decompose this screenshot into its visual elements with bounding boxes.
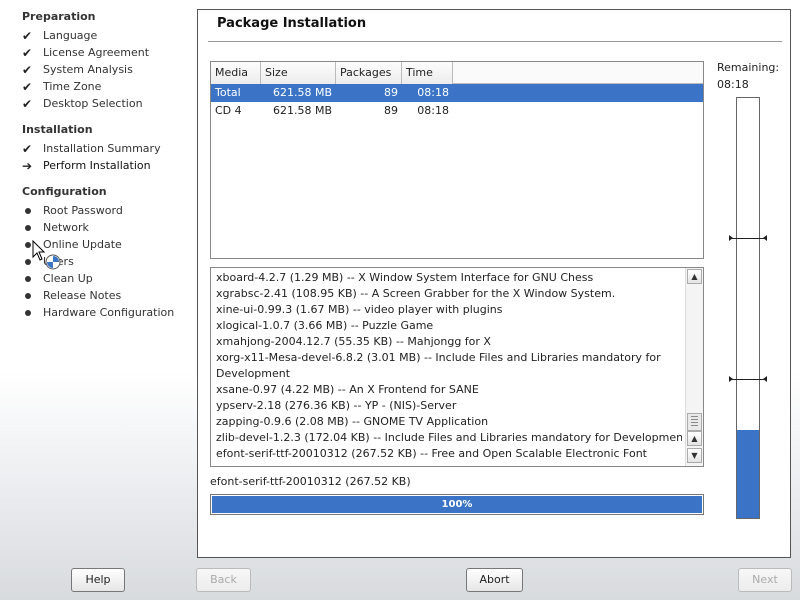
bullet-icon [22,309,40,316]
list-item: Development [216,367,291,380]
sidebar-item-label: Language [43,29,98,42]
bullet-icon [22,207,40,214]
checkmark-icon: ✔ [22,141,33,156]
checkmark-icon: ✔ [22,96,33,111]
remaining-time: 08:18 [717,78,749,91]
list-item: xine-ui-0.99.3 (1.67 MB) -- video player… [216,303,503,316]
sidebar-item-label: Time Zone [43,80,102,93]
table-row[interactable]: Total 621.58 MB 89 08:18 [211,84,703,102]
package-progress-fill: 100% [212,496,702,513]
remaining-label: Remaining: [717,61,780,74]
busy-cursor-icon [32,240,61,270]
cell-media: Total [215,86,241,99]
sidebar-item-perform-installation: ➔ Perform Installation [22,157,151,174]
sidebar-item-time-zone: ✔ Time Zone [22,78,101,95]
scroll-up-icon[interactable]: ▲ [687,431,702,446]
sidebar-item-hardware-configuration: Hardware Configuration [22,304,174,321]
sidebar-section-title: Configuration [22,185,107,198]
cell-packages: 89 [384,86,398,99]
scroll-down-icon[interactable]: ▼ [687,448,702,463]
sidebar-item-system-analysis: ✔ System Analysis [22,61,133,78]
scroll-up-icon[interactable]: ▲ [687,269,702,284]
package-log[interactable]: xboard-4.2.7 (1.29 MB) -- X Window Syste… [210,267,704,467]
back-button[interactable]: Back [196,568,251,592]
title-separator [208,41,782,42]
media-table[interactable]: Media Size Packages Time Total 621.58 MB… [210,61,704,259]
column-header-packages[interactable]: Packages [336,62,402,84]
arrow-right-icon: ➔ [22,158,33,173]
sidebar-section-title: Installation [22,123,93,136]
wizard-steps-sidebar: Preparation ✔ Language ✔ License Agreement ✔ S… [0,0,195,560]
sidebar-item-license-agreement: ✔ License Agreement [22,44,149,61]
sidebar-item-clean-up: Clean Up [22,270,93,287]
list-item: ypserv-2.18 (276.36 KB) -- YP - (NIS)-Se… [216,399,457,412]
cell-media: CD 4 [215,104,242,117]
cd-marker [729,376,767,382]
sidebar-item-label: Hardware Configuration [43,306,175,319]
list-item: xmahjong-2004.12.7 (55.35 KB) -- Mahjong… [216,335,491,348]
column-header-time[interactable]: Time [402,62,453,84]
cell-packages: 89 [384,104,398,117]
table-header: Media Size Packages Time [211,62,703,84]
bullet-icon [22,292,40,299]
checkmark-icon: ✔ [22,45,33,60]
current-package-label: efont-serif-ttf-20010312 (267.52 KB) [210,475,411,488]
list-item: xgrabsc-2.41 (108.95 KB) -- A Screen Gra… [216,287,616,300]
list-item: efont-serif-ttf-20010312 (267.52 KB) -- … [216,447,647,460]
sidebar-item-label: Root Password [43,204,123,217]
package-log-lines: xboard-4.2.7 (1.29 MB) -- X Window Syste… [216,270,682,462]
checkmark-icon: ✔ [22,28,33,43]
checkmark-icon: ✔ [22,79,33,94]
cell-time: 08:18 [417,86,449,99]
sidebar-item-label: Release Notes [43,289,122,302]
bullet-icon [22,224,40,231]
list-item: zapping-0.9.6 (2.08 MB) -- GNOME TV Appl… [216,415,489,428]
sidebar-item-label: Perform Installation [43,159,151,172]
abort-button[interactable]: Abort [466,568,523,592]
list-item: xorg-x11-Mesa-devel-6.8.2 (3.01 MB) -- I… [216,351,661,364]
sidebar-item-label: Desktop Selection [43,97,143,110]
sidebar-item-label: System Analysis [43,63,133,76]
log-scrollbar[interactable]: ▲ ▲ ▼ [685,268,703,466]
sidebar-item-label: Clean Up [43,272,93,285]
remaining-progress-bar [729,97,767,519]
sidebar-item-installation-summary: ✔ Installation Summary [22,140,161,157]
main-panel: Package Installation Media Size Packages… [197,9,791,558]
sidebar-item-label: License Agreement [43,46,150,59]
list-item: zlib-devel-1.2.3 (172.04 KB) -- Include … [216,431,682,444]
sidebar-item-release-notes: Release Notes [22,287,121,304]
column-header-size[interactable]: Size [261,62,336,84]
checkmark-icon: ✔ [22,62,33,77]
cell-size: 621.58 MB [272,86,332,99]
scroll-thumb[interactable] [687,413,702,431]
table-row[interactable]: CD 4 621.58 MB 89 08:18 [211,102,703,120]
cell-time: 08:18 [417,104,449,117]
sidebar-item-label: Network [43,221,89,234]
next-button[interactable]: Next [738,568,792,592]
cell-size: 621.58 MB [272,104,332,117]
bullet-icon [22,275,40,282]
remaining-progress-fill [737,429,759,518]
list-item: xboard-4.2.7 (1.29 MB) -- X Window Syste… [216,271,594,284]
sidebar-item-network: Network [22,219,89,236]
cd-marker [729,235,767,241]
page-title: Package Installation [217,16,367,31]
sidebar-item-language: ✔ Language [22,27,97,44]
help-button[interactable]: Help [71,568,125,592]
column-header-media[interactable]: Media [211,62,261,84]
list-item: xsane-0.97 (4.22 MB) -- An X Frontend fo… [216,383,479,396]
sidebar-item-desktop-selection: ✔ Desktop Selection [22,95,143,112]
sidebar-section-title: Preparation [22,10,96,23]
package-progress-bar: 100% [210,494,704,515]
sidebar-item-root-password: Root Password [22,202,123,219]
sidebar-item-label: Installation Summary [43,142,161,155]
list-item: xlogical-1.0.7 (3.66 MB) -- Puzzle Game [216,319,434,332]
